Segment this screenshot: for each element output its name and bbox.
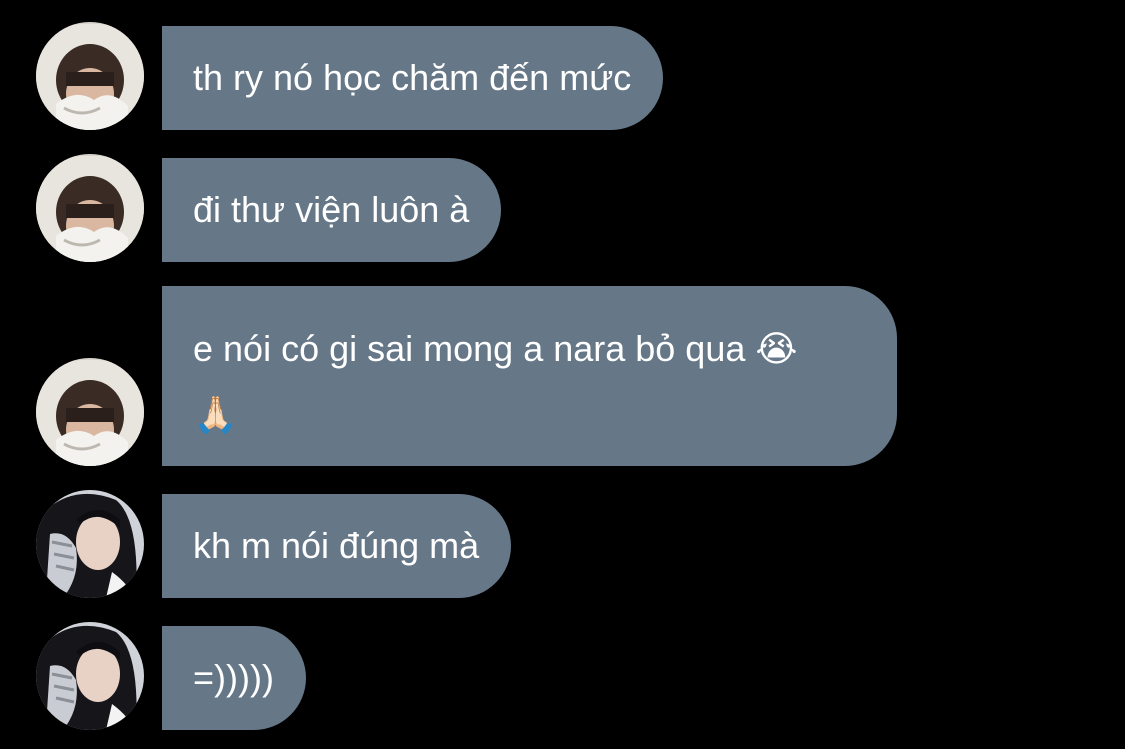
avatar-photo-girl	[36, 490, 144, 598]
message-bubble[interactable]: th ry nó học chăm đến mức	[162, 26, 664, 130]
avatar[interactable]	[36, 154, 144, 262]
message-bubble[interactable]: đi thư viện luôn à	[162, 158, 502, 262]
message-text: =)))))	[193, 657, 274, 698]
avatar-photo-boy	[36, 154, 144, 262]
message-text: th ry nó học chăm đến mức	[193, 57, 632, 98]
avatar[interactable]	[36, 358, 144, 466]
message-text-line-2: 🙏🏻	[193, 394, 238, 435]
message-bubble[interactable]: =)))))	[162, 626, 306, 730]
message-bubble[interactable]: e nói có gi sai mong a nara bỏ qua 😭 🙏🏻	[162, 286, 897, 466]
message-text: kh m nói đúng mà	[193, 525, 480, 566]
avatar[interactable]	[36, 622, 144, 730]
avatar[interactable]	[36, 490, 144, 598]
avatar[interactable]	[36, 22, 144, 130]
message-text: đi thư viện luôn à	[193, 189, 470, 230]
avatar-photo-boy	[36, 358, 144, 466]
message-text-line-1: e nói có gi sai mong a nara bỏ qua 😭	[193, 328, 798, 369]
avatar-photo-boy	[36, 22, 144, 130]
message-bubble[interactable]: kh m nói đúng mà	[162, 494, 512, 598]
avatar-photo-girl	[36, 622, 144, 730]
